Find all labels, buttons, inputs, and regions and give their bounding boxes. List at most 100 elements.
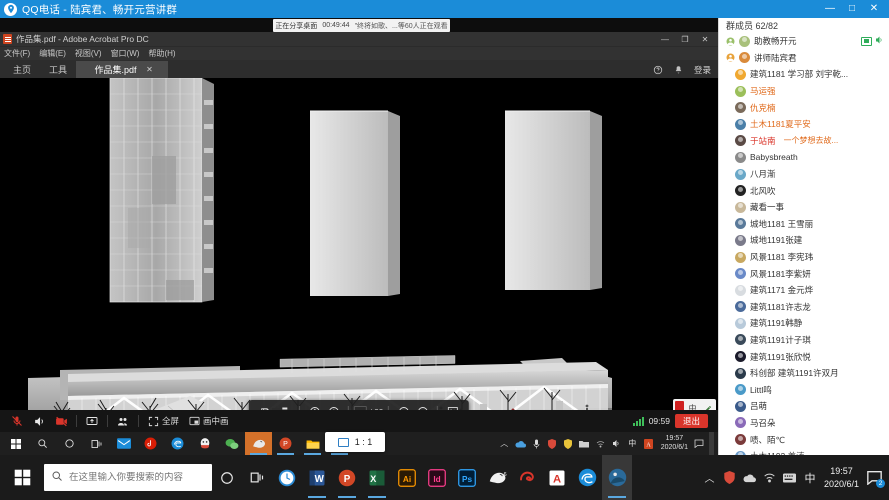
fullscreen-button[interactable]: 全屏 [143,410,184,432]
member-row[interactable]: 藏看一事 [719,199,889,216]
screen-ratio-widget[interactable]: 1 : 1 [325,432,385,452]
host-tray-network-icon[interactable] [763,471,776,484]
member-list[interactable]: 助教畅开元讲师陆宾君建筑1181 学习部 刘宇乾...马运强仇克楠土木1181夏… [719,33,889,455]
members-icon[interactable] [112,410,134,432]
menu-file[interactable]: 文件(F) [4,48,30,59]
taskbar-app-indesign-icon[interactable]: Id [422,455,452,500]
inner-tray-network-icon[interactable] [595,438,606,449]
member-row[interactable]: 马运强 [719,83,889,100]
taskbar-app-clock-icon[interactable] [272,455,302,500]
cortana-circle-icon[interactable] [212,455,242,500]
exit-call-button[interactable]: 退出 [675,414,708,428]
inner-app-rhino-icon[interactable] [245,432,272,455]
inner-tray-ime-indicator[interactable]: 中 [627,438,638,449]
host-tray-chevron-icon[interactable]: ︿ [703,471,716,484]
inner-app-mail-icon[interactable] [110,432,137,455]
member-row[interactable]: 于站南一个梦想去故... [719,133,889,150]
taskbar-app-powerpoint-icon[interactable]: P [332,455,362,500]
taskbar-app-photoshop-icon[interactable]: Ps [452,455,482,500]
menu-edit[interactable]: 编辑(E) [39,48,66,59]
inner-cortana-circle-icon[interactable] [56,432,83,455]
inner-app-netease-music-icon[interactable] [137,432,164,455]
qq-member-sidebar[interactable]: 群成员 62/82 助教畅开元讲师陆宾君建筑1181 学习部 刘宇乾...马运强… [718,18,889,455]
task-view-icon[interactable] [242,455,272,500]
taskbar-app-word-icon[interactable]: W [302,455,332,500]
inner-tray-mic-icon[interactable] [531,438,542,449]
member-row[interactable]: 建筑1191张欣悦 [719,348,889,365]
member-row[interactable]: 吕萌 [719,398,889,415]
inner-app-edge-icon[interactable] [164,432,191,455]
bell-icon[interactable] [673,64,685,76]
inner-tray-volume-icon[interactable] [611,438,622,449]
tab-tools[interactable]: 工具 [40,61,76,78]
member-row[interactable]: 建筑1181许志龙 [719,299,889,316]
taskbar-search-box[interactable] [44,464,212,491]
tab-close-icon[interactable]: ✕ [145,65,155,75]
member-row[interactable]: 土木1181夏平安 [719,116,889,133]
qq-maximize-button[interactable]: □ [841,0,863,18]
inner-task-view-icon[interactable] [83,432,110,455]
member-row[interactable]: 建筑1181 学习部 刘宇乾... [719,66,889,83]
inner-tray-security-icon[interactable] [547,438,558,449]
taskbar-app-qq-meeting-icon[interactable] [602,455,632,500]
inner-tray-notification-icon[interactable] [693,438,704,449]
member-row[interactable]: 仇克楠 [719,99,889,116]
tab-document[interactable]: 作品集.pdf ✕ [76,61,168,78]
acrobat-minimize-button[interactable]: — [655,32,675,47]
member-row[interactable]: 马召朵 [719,415,889,432]
search-input[interactable] [69,472,205,483]
inner-app-qq-icon[interactable] [191,432,218,455]
inner-tray-shield-icon[interactable] [563,438,574,449]
mic-muted-icon[interactable] [6,410,28,432]
inner-start-button[interactable] [2,432,29,455]
inner-tray-folder-icon[interactable] [579,438,590,449]
menu-window[interactable]: 窗口(W) [111,48,140,59]
member-row[interactable]: 北风吹 [719,182,889,199]
host-tray-ime-indicator[interactable]: 中 [803,471,817,484]
member-row[interactable]: 风景1181李紫妍 [719,265,889,282]
member-row[interactable]: 讲师陆宾君 [719,50,889,67]
taskbar-app-rhino-icon[interactable]: 6 [482,455,512,500]
pdf-page-stage[interactable]: / 22 中 [0,78,718,432]
member-row[interactable]: 建筑1171 金元烨 [719,282,889,299]
pip-button[interactable]: 画中画 [184,410,234,432]
inner-show-desktop-button[interactable] [709,432,714,455]
acrobat-signin-button[interactable]: 登录 [694,64,711,76]
member-row[interactable]: 建筑1191计子琪 [719,332,889,349]
inner-app-explorer-icon[interactable] [299,432,326,455]
windows-start-icon[interactable] [3,455,41,500]
inner-tray-onedrive-icon[interactable] [515,438,526,449]
taskbar-app-illustrator-icon[interactable]: Ai [392,455,422,500]
taskbar-app-excel-icon[interactable]: X [362,455,392,500]
member-row[interactable]: 土木1192 姜涛 [719,448,889,455]
taskbar-app-edge-icon[interactable] [572,455,602,500]
tab-home[interactable]: 主页 [4,61,40,78]
shared-desktop-viewport[interactable]: 正在分享桌面 00:49:44 "终将如歌、...等60人正在观看 作品集.pd… [0,18,718,455]
inner-search-icon[interactable] [29,432,56,455]
inner-tray-chevron-icon[interactable]: ︿ [499,438,510,449]
help-circle-icon[interactable] [652,64,664,76]
acrobat-close-button[interactable]: ✕ [695,32,715,47]
camera-off-icon[interactable] [50,410,72,432]
member-row[interactable]: 啧、陌℃ [719,431,889,448]
member-row[interactable]: 风景1181 李宪玮 [719,249,889,266]
member-row[interactable]: 城地1191张建 [719,232,889,249]
member-row[interactable]: Babysbreath [719,149,889,166]
speaker-icon[interactable] [28,410,50,432]
member-row[interactable]: 城地1181 王雪丽 [719,216,889,233]
menu-view[interactable]: 视图(V) [75,48,102,59]
acrobat-maximize-button[interactable]: ❐ [675,32,695,47]
member-row[interactable]: Littl鸣 [719,381,889,398]
inner-app-wechat-icon[interactable] [218,432,245,455]
member-row[interactable]: 建筑1191韩静 [719,315,889,332]
taskbar-app-sketchup-icon[interactable] [512,455,542,500]
inner-tray-clock[interactable]: 19:57 2020/6/1 [661,435,688,453]
member-row[interactable]: 八月渐 [719,166,889,183]
host-tray-keyboard-icon[interactable] [783,471,796,484]
notification-icon[interactable]: 2 [866,470,883,485]
taskbar-app-autocad-icon[interactable]: A [542,455,572,500]
host-tray-clock[interactable]: 19:57 2020/6/1 [824,465,859,489]
host-tray-onedrive-icon[interactable] [743,471,756,484]
qq-minimize-button[interactable]: — [819,0,841,18]
inner-tray-acrobat-icon[interactable]: A [643,438,654,449]
